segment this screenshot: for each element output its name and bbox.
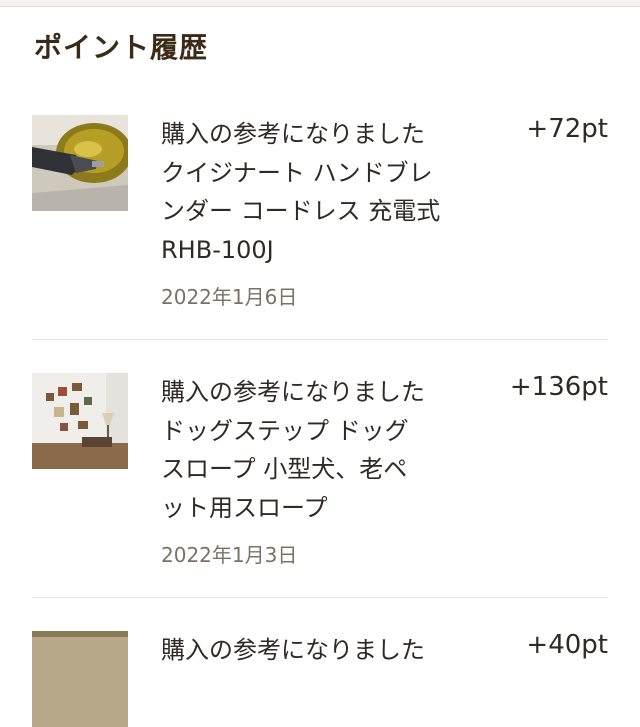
hand-blender-photo	[32, 115, 128, 211]
divider	[32, 597, 608, 598]
page-title: ポイント履歴	[34, 31, 209, 64]
item-description: 購入の参考になりました ドッグステップ ドッグ スロープ 小型犬、老ペ ット用ス…	[161, 373, 501, 527]
points-earned: +136pt	[509, 372, 608, 402]
divider	[32, 339, 608, 340]
product-photo	[32, 631, 128, 727]
points-earned: +72pt	[526, 114, 608, 144]
item-description: 購入の参考になりました	[161, 631, 501, 670]
description-line: ット用スロープ	[161, 493, 328, 522]
description-line: クイジナート ハンドブレ	[161, 158, 433, 187]
item-description: 購入の参考になりました クイジナート ハンドブレ ンダー コードレス 充電式 R…	[161, 115, 501, 269]
description-line: RHB-100J	[161, 235, 274, 264]
description-line: 購入の参考になりました	[161, 636, 425, 664]
item-date: 2022年1月3日	[161, 543, 298, 567]
description-line: ンダー コードレス 充電式	[161, 197, 441, 225]
description-line: 購入の参考になりました	[161, 120, 425, 148]
history-item[interactable]: 購入の参考になりました クイジナート ハンドブレ ンダー コードレス 充電式 R…	[32, 114, 608, 315]
item-date: 2022年1月6日	[161, 285, 298, 309]
history-item[interactable]: 購入の参考になりました ドッグステップ ドッグ スロープ 小型犬、老ペ ット用ス…	[32, 372, 608, 573]
history-item[interactable]: 購入の参考になりました +40pt	[32, 630, 608, 727]
description-line: ドッグステップ ドッグ	[161, 416, 409, 445]
points-earned: +40pt	[526, 630, 608, 660]
product-thumbnail[interactable]	[32, 115, 128, 211]
top-bar	[0, 0, 640, 7]
description-line: 購入の参考になりました	[161, 378, 425, 406]
product-thumbnail[interactable]	[32, 373, 128, 469]
product-thumbnail[interactable]	[32, 631, 128, 727]
description-line: スロープ 小型犬、老ペ	[161, 455, 408, 483]
living-room-photo	[32, 373, 128, 469]
